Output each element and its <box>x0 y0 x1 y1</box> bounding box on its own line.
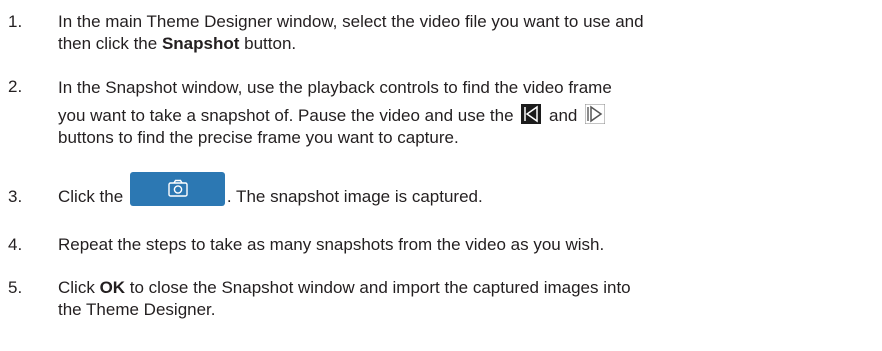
step-text: Click OK to close the Snapshot window an… <box>58 277 828 321</box>
step-3: 3. Click the . The snapshot image is cap… <box>0 168 860 208</box>
text-run: button. <box>239 34 297 53</box>
ok-label: OK <box>99 278 126 297</box>
camera-icon <box>168 179 188 197</box>
text-run: Click <box>58 278 100 297</box>
snapshot-label: Snapshot <box>161 34 240 53</box>
text-run: to close the Snapshot window and import … <box>125 278 631 297</box>
step-line: In the Snapshot window, use the playback… <box>58 78 612 97</box>
step-text: Repeat the steps to take as many snapsho… <box>58 235 605 254</box>
step-number: 1. <box>8 12 23 31</box>
step-line: Click OK to close the Snapshot window an… <box>58 277 828 299</box>
step-line: buttons to find the precise frame you wa… <box>58 128 459 147</box>
step-4: 4. Repeat the steps to take as many snap… <box>0 234 860 258</box>
step-number: 3. <box>8 187 23 206</box>
next-frame-icon <box>584 103 606 125</box>
text-run: Click the <box>58 187 124 206</box>
step-2: 2. In the Snapshot window, use the playb… <box>0 76 860 148</box>
step-1: 1. In the main Theme Designer window, se… <box>0 11 860 59</box>
step-line: the Theme Designer. <box>58 300 216 319</box>
text-run: . The snapshot image is captured. <box>226 187 483 206</box>
previous-frame-icon <box>521 104 542 124</box>
step-line: In the main Theme Designer window, selec… <box>58 12 644 31</box>
snapshot-capture-button <box>129 172 225 206</box>
step-line: then click the Snapshot button. <box>58 33 828 55</box>
step-text: Click the . The snapshot image is captur… <box>58 172 828 208</box>
step-number: 4. <box>8 235 23 254</box>
step-number: 5. <box>8 278 23 297</box>
step-5: 5. Click OK to close the Snapshot window… <box>0 277 860 325</box>
step-line: you want to take a snapshot of. Pause th… <box>58 103 828 128</box>
step-number: 2. <box>8 77 23 96</box>
text-run: you want to take a snapshot of. Pause th… <box>58 106 514 125</box>
text-run: then click the <box>58 34 162 53</box>
step-text: In the Snapshot window, use the playback… <box>58 76 828 150</box>
text-run: and <box>549 106 578 125</box>
step-text: In the main Theme Designer window, selec… <box>58 11 828 55</box>
